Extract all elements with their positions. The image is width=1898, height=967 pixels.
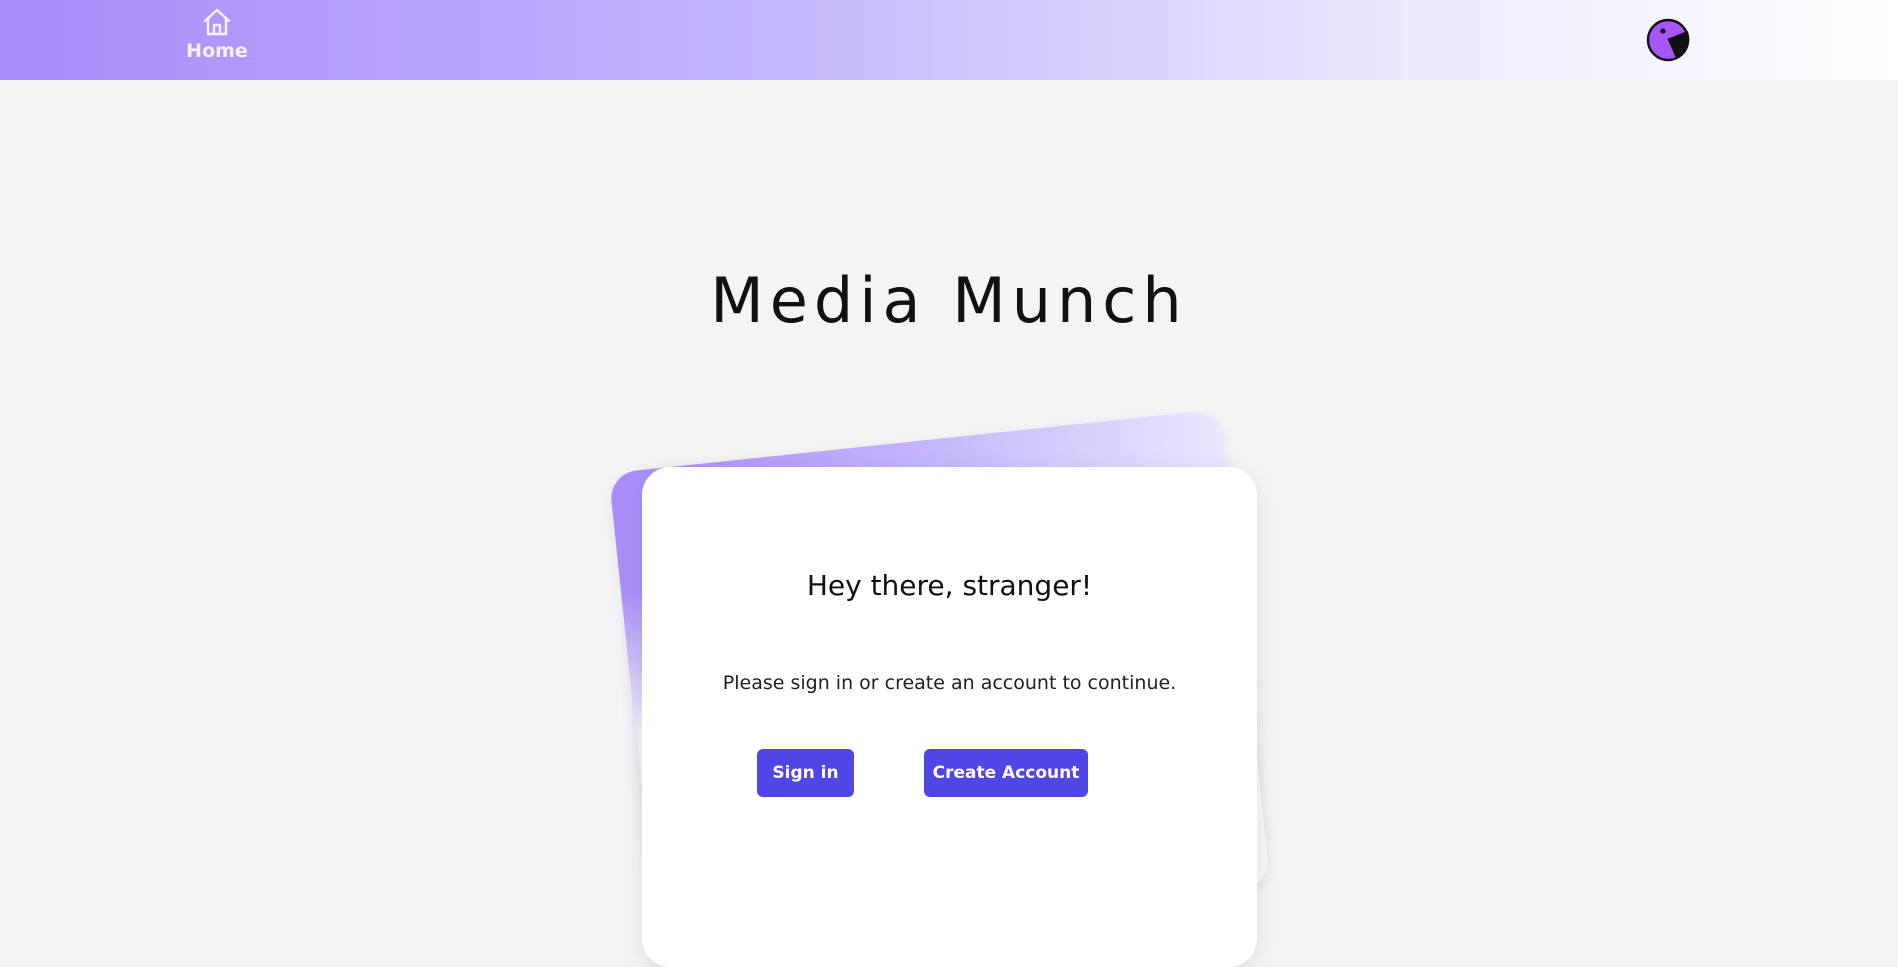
home-nav-label: Home — [186, 40, 248, 62]
page-title: Media Munch — [710, 264, 1188, 337]
top-navigation-bar: Home — [0, 0, 1898, 80]
sign-in-prompt-text: Please sign in or create an account to c… — [722, 672, 1177, 694]
pacman-avatar-icon — [1646, 18, 1690, 62]
home-nav-link[interactable]: Home — [182, 6, 252, 62]
greeting-heading: Hey there, stranger! — [806, 569, 1093, 602]
welcome-card: Hey there, stranger! Please sign in or c… — [642, 467, 1257, 967]
home-icon — [201, 6, 233, 38]
user-avatar[interactable] — [1646, 18, 1690, 62]
create-account-button[interactable]: Create Account — [924, 749, 1088, 797]
sign-in-button[interactable]: Sign in — [757, 749, 854, 797]
